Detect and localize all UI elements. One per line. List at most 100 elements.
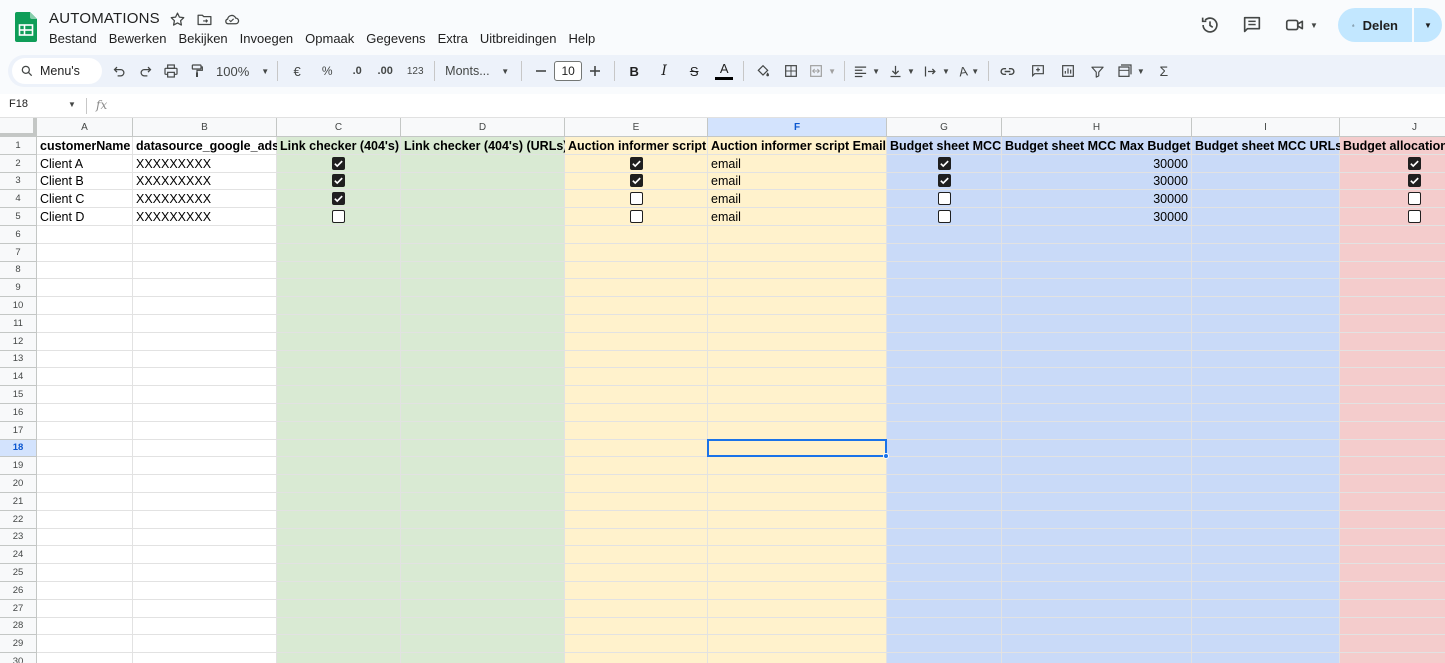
row-header-10[interactable]: 10 <box>0 297 37 315</box>
cloud-status-icon[interactable] <box>223 11 240 28</box>
decrease-font-size-button[interactable] <box>530 59 552 83</box>
cell-g26[interactable] <box>887 582 1002 600</box>
cell-b7[interactable] <box>133 243 277 262</box>
cell-e9[interactable] <box>565 279 708 298</box>
cell-j30[interactable] <box>1340 653 1445 663</box>
cell-f25[interactable] <box>708 564 887 582</box>
cell-a5[interactable]: Client D <box>37 208 133 226</box>
cell-c18[interactable] <box>277 439 401 458</box>
spreadsheet-grid[interactable]: A B C D E F G H I J 1 customerName datasource_google… <box>0 118 1445 663</box>
cell-a26[interactable] <box>37 582 133 600</box>
cell-c15[interactable] <box>277 386 401 404</box>
cell-c5[interactable] <box>277 208 401 226</box>
cell-e21[interactable] <box>565 493 708 511</box>
cell-d15[interactable] <box>401 386 565 404</box>
cell-h23[interactable] <box>1002 528 1192 547</box>
cell-i28[interactable] <box>1192 617 1340 636</box>
cell-b13[interactable] <box>133 350 277 369</box>
cell-e2[interactable] <box>565 154 708 173</box>
cell-h8[interactable] <box>1002 261 1192 280</box>
cell-a22[interactable] <box>37 510 133 529</box>
cell-h16[interactable] <box>1002 404 1192 422</box>
row-header-20[interactable]: 20 <box>0 475 37 493</box>
cell-b17[interactable] <box>133 421 277 440</box>
text-rotation-icon[interactable]: A ▼ <box>958 59 980 83</box>
cell-c6[interactable] <box>277 226 401 244</box>
cell-c28[interactable] <box>277 617 401 636</box>
cell-i30[interactable] <box>1192 653 1340 663</box>
cell-g24[interactable] <box>887 546 1002 565</box>
cell-f19[interactable] <box>708 457 887 476</box>
cell-a4[interactable]: Client C <box>37 190 133 209</box>
cell-i2[interactable] <box>1192 154 1340 173</box>
link-checkbox-2[interactable] <box>332 156 345 170</box>
cell-e1[interactable]: Auction informer script <box>565 137 708 155</box>
column-header-h[interactable]: H <box>1002 118 1192 137</box>
mcc-checkbox-2[interactable] <box>937 156 951 170</box>
cell-d22[interactable] <box>401 510 565 529</box>
cell-a18[interactable] <box>37 439 133 458</box>
cell-e10[interactable] <box>565 297 708 315</box>
meet-video-icon[interactable]: ▼ <box>1282 13 1320 37</box>
cell-g9[interactable] <box>887 279 1002 298</box>
cell-i23[interactable] <box>1192 528 1340 547</box>
cell-e20[interactable] <box>565 475 708 493</box>
link-checkbox-4[interactable] <box>332 192 345 206</box>
cell-d7[interactable] <box>401 243 565 262</box>
cell-b14[interactable] <box>133 368 277 387</box>
cell-j9[interactable] <box>1340 279 1445 298</box>
cell-d25[interactable] <box>401 564 565 582</box>
cell-d5[interactable] <box>401 208 565 226</box>
cell-i29[interactable] <box>1192 635 1340 654</box>
cell-d11[interactable] <box>401 315 565 333</box>
row-header-4[interactable]: 4 <box>0 190 37 209</box>
cell-e3[interactable] <box>565 172 708 191</box>
chevron-down-icon[interactable]: ▼ <box>68 100 76 109</box>
column-header-e[interactable]: E <box>565 118 708 137</box>
cell-f2[interactable]: email <box>708 154 887 173</box>
cell-e22[interactable] <box>565 510 708 529</box>
cell-c17[interactable] <box>277 421 401 440</box>
cell-i17[interactable] <box>1192 421 1340 440</box>
functions-icon[interactable]: Σ <box>1153 59 1175 83</box>
cell-g16[interactable] <box>887 404 1002 422</box>
cell-f22[interactable] <box>708 510 887 529</box>
cell-c10[interactable] <box>277 297 401 315</box>
cell-i3[interactable] <box>1192 172 1340 191</box>
cell-j18[interactable] <box>1340 439 1445 458</box>
auction-checkbox-3[interactable] <box>629 174 643 188</box>
cell-a11[interactable] <box>37 315 133 333</box>
cell-f3[interactable]: email <box>708 172 887 191</box>
font-family-select[interactable]: Monts... ▼ <box>445 59 509 83</box>
cell-f18[interactable] <box>708 439 887 458</box>
row-header-22[interactable]: 22 <box>0 510 37 529</box>
cell-g14[interactable] <box>887 368 1002 387</box>
cell-f23[interactable] <box>708 528 887 547</box>
row-header-28[interactable]: 28 <box>0 617 37 636</box>
row-header-18[interactable]: 18 <box>0 439 37 458</box>
cell-d17[interactable] <box>401 421 565 440</box>
cell-i20[interactable] <box>1192 475 1340 493</box>
cell-j4[interactable] <box>1340 190 1445 209</box>
cell-c20[interactable] <box>277 475 401 493</box>
cell-b10[interactable] <box>133 297 277 315</box>
cell-c27[interactable] <box>277 599 401 618</box>
cell-a12[interactable] <box>37 332 133 351</box>
cell-h19[interactable] <box>1002 457 1192 476</box>
cell-d2[interactable] <box>401 154 565 173</box>
cell-c2[interactable] <box>277 154 401 173</box>
cell-f28[interactable] <box>708 617 887 636</box>
cell-h14[interactable] <box>1002 368 1192 387</box>
cell-h5[interactable]: 30000 <box>1002 208 1192 226</box>
cell-f16[interactable] <box>708 404 887 422</box>
vertical-align-icon[interactable]: ▼ <box>888 59 915 83</box>
cell-f17[interactable] <box>708 421 887 440</box>
cell-e30[interactable] <box>565 653 708 663</box>
cell-d16[interactable] <box>401 404 565 422</box>
cell-b29[interactable] <box>133 635 277 654</box>
cell-a1[interactable]: customerName <box>37 137 133 155</box>
cell-b28[interactable] <box>133 617 277 636</box>
cell-e18[interactable] <box>565 439 708 458</box>
column-header-i[interactable]: I <box>1192 118 1340 137</box>
cell-f13[interactable] <box>708 350 887 369</box>
